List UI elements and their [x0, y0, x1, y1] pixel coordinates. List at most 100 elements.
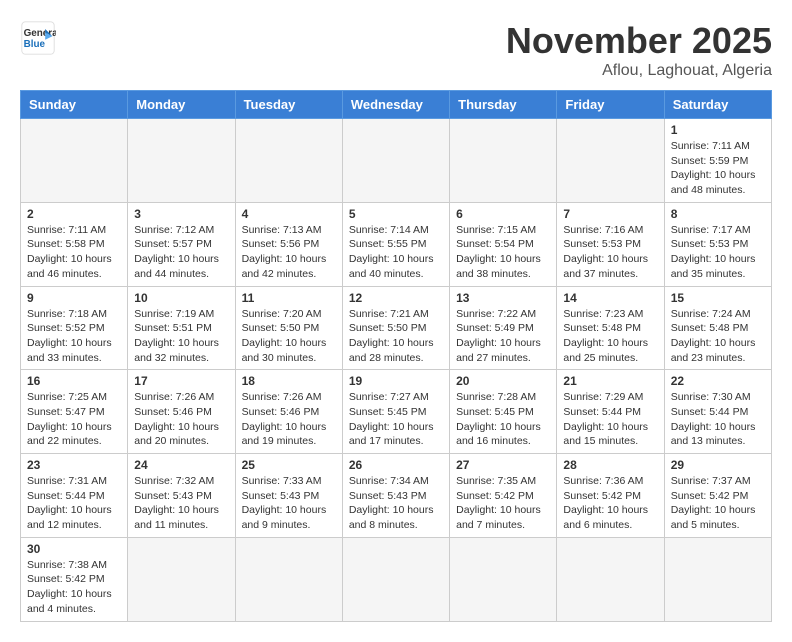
- calendar-cell: 19 Sunrise: 7:27 AMSunset: 5:45 PMDayligh…: [342, 370, 449, 454]
- calendar-cell: 15 Sunrise: 7:24 AMSunset: 5:48 PMDayligh…: [664, 286, 771, 370]
- day-info: Sunrise: 7:36 AMSunset: 5:42 PMDaylight:…: [563, 474, 657, 533]
- day-number: 30: [27, 542, 121, 556]
- calendar-cell: 11Sunrise: 7:20 AMSunset: 5:50 PMDayligh…: [235, 286, 342, 370]
- calendar-cell: [128, 537, 235, 621]
- calendar-cell: [235, 537, 342, 621]
- calendar-cell: [128, 119, 235, 203]
- day-info: Sunrise: 7:11 AMSunset: 5:58 PMDaylight:…: [27, 223, 121, 282]
- calendar-cell: 17 Sunrise: 7:26 AMSunset: 5:46 PMDayligh…: [128, 370, 235, 454]
- calendar-cell: 24 Sunrise: 7:32 AMSunset: 5:43 PMDayligh…: [128, 454, 235, 538]
- calendar-week-row: 16Sunrise: 7:25 AMSunset: 5:47 PMDayligh…: [21, 370, 772, 454]
- calendar-cell: [557, 537, 664, 621]
- day-info: Sunrise: 7:28 AMSunset: 5:45 PMDaylight:…: [456, 390, 550, 449]
- calendar-cell: 13 Sunrise: 7:22 AMSunset: 5:49 PMDayligh…: [450, 286, 557, 370]
- day-info: Sunrise: 7:11 AMSunset: 5:59 PMDaylight:…: [671, 139, 765, 198]
- calendar-cell: 12 Sunrise: 7:21 AMSunset: 5:50 PMDayligh…: [342, 286, 449, 370]
- day-info: Sunrise: 7:35 AMSunset: 5:42 PMDaylight:…: [456, 474, 550, 533]
- page-header: General Blue November 2025 Aflou, Laghou…: [20, 20, 772, 80]
- svg-text:Blue: Blue: [24, 39, 46, 50]
- day-info: Sunrise: 7:22 AMSunset: 5:49 PMDaylight:…: [456, 307, 550, 366]
- calendar-week-row: 1 Sunrise: 7:11 AMSunset: 5:59 PMDaylight…: [21, 119, 772, 203]
- day-number: 18: [242, 374, 336, 388]
- day-number: 21: [563, 374, 657, 388]
- calendar-week-row: 23Sunrise: 7:31 AMSunset: 5:44 PMDayligh…: [21, 454, 772, 538]
- day-number: 15: [671, 291, 765, 305]
- day-number: 26: [349, 458, 443, 472]
- day-number: 11: [242, 291, 336, 305]
- calendar-cell: [21, 119, 128, 203]
- calendar-header-row: SundayMondayTuesdayWednesdayThursdayFrid…: [21, 91, 772, 119]
- calendar-cell: 10Sunrise: 7:19 AMSunset: 5:51 PMDayligh…: [128, 286, 235, 370]
- calendar-cell: 25 Sunrise: 7:33 AMSunset: 5:43 PMDayligh…: [235, 454, 342, 538]
- day-info: Sunrise: 7:24 AMSunset: 5:48 PMDaylight:…: [671, 307, 765, 366]
- calendar-cell: 27 Sunrise: 7:35 AMSunset: 5:42 PMDayligh…: [450, 454, 557, 538]
- calendar-week-row: 9 Sunrise: 7:18 AMSunset: 5:52 PMDaylight…: [21, 286, 772, 370]
- logo: General Blue: [20, 20, 56, 56]
- day-info: Sunrise: 7:21 AMSunset: 5:50 PMDaylight:…: [349, 307, 443, 366]
- calendar-cell: 14Sunrise: 7:23 AMSunset: 5:48 PMDayligh…: [557, 286, 664, 370]
- calendar-table: SundayMondayTuesdayWednesdayThursdayFrid…: [20, 90, 772, 622]
- day-info: Sunrise: 7:25 AMSunset: 5:47 PMDaylight:…: [27, 390, 121, 449]
- calendar-cell: [235, 119, 342, 203]
- day-number: 27: [456, 458, 550, 472]
- day-info: Sunrise: 7:33 AMSunset: 5:43 PMDaylight:…: [242, 474, 336, 533]
- month-title: November 2025: [506, 20, 772, 62]
- calendar-cell: [450, 119, 557, 203]
- calendar-cell: 18 Sunrise: 7:26 AMSunset: 5:46 PMDayligh…: [235, 370, 342, 454]
- day-info: Sunrise: 7:17 AMSunset: 5:53 PMDaylight:…: [671, 223, 765, 282]
- day-number: 24: [134, 458, 228, 472]
- calendar-cell: 28 Sunrise: 7:36 AMSunset: 5:42 PMDayligh…: [557, 454, 664, 538]
- day-info: Sunrise: 7:26 AMSunset: 5:46 PMDaylight:…: [134, 390, 228, 449]
- day-number: 17: [134, 374, 228, 388]
- day-number: 29: [671, 458, 765, 472]
- day-info: Sunrise: 7:30 AMSunset: 5:44 PMDaylight:…: [671, 390, 765, 449]
- day-info: Sunrise: 7:18 AMSunset: 5:52 PMDaylight:…: [27, 307, 121, 366]
- calendar-cell: [450, 537, 557, 621]
- day-number: 20: [456, 374, 550, 388]
- location-subtitle: Aflou, Laghouat, Algeria: [506, 62, 772, 80]
- day-number: 19: [349, 374, 443, 388]
- calendar-cell: 22 Sunrise: 7:30 AMSunset: 5:44 PMDayligh…: [664, 370, 771, 454]
- day-info: Sunrise: 7:15 AMSunset: 5:54 PMDaylight:…: [456, 223, 550, 282]
- calendar-cell: 29 Sunrise: 7:37 AMSunset: 5:42 PMDayligh…: [664, 454, 771, 538]
- day-info: Sunrise: 7:27 AMSunset: 5:45 PMDaylight:…: [349, 390, 443, 449]
- day-info: Sunrise: 7:32 AMSunset: 5:43 PMDaylight:…: [134, 474, 228, 533]
- day-info: Sunrise: 7:19 AMSunset: 5:51 PMDaylight:…: [134, 307, 228, 366]
- calendar-cell: 23Sunrise: 7:31 AMSunset: 5:44 PMDayligh…: [21, 454, 128, 538]
- calendar-cell: 5Sunrise: 7:14 AMSunset: 5:55 PMDaylight…: [342, 202, 449, 286]
- calendar-cell: 8Sunrise: 7:17 AMSunset: 5:53 PMDaylight…: [664, 202, 771, 286]
- day-number: 12: [349, 291, 443, 305]
- weekday-header: Wednesday: [342, 91, 449, 119]
- calendar-cell: [557, 119, 664, 203]
- calendar-cell: 21 Sunrise: 7:29 AMSunset: 5:44 PMDayligh…: [557, 370, 664, 454]
- day-info: Sunrise: 7:26 AMSunset: 5:46 PMDaylight:…: [242, 390, 336, 449]
- calendar-week-row: 2 Sunrise: 7:11 AMSunset: 5:58 PMDaylight…: [21, 202, 772, 286]
- calendar-cell: [342, 119, 449, 203]
- day-info: Sunrise: 7:14 AMSunset: 5:55 PMDaylight:…: [349, 223, 443, 282]
- day-number: 22: [671, 374, 765, 388]
- calendar-cell: 26 Sunrise: 7:34 AMSunset: 5:43 PMDayligh…: [342, 454, 449, 538]
- day-number: 13: [456, 291, 550, 305]
- calendar-cell: 7Sunrise: 7:16 AMSunset: 5:53 PMDaylight…: [557, 202, 664, 286]
- day-info: Sunrise: 7:23 AMSunset: 5:48 PMDaylight:…: [563, 307, 657, 366]
- day-info: Sunrise: 7:29 AMSunset: 5:44 PMDaylight:…: [563, 390, 657, 449]
- weekday-header: Monday: [128, 91, 235, 119]
- calendar-cell: [342, 537, 449, 621]
- calendar-week-row: 30Sunrise: 7:38 AMSunset: 5:42 PMDayligh…: [21, 537, 772, 621]
- calendar-cell: 3Sunrise: 7:12 AMSunset: 5:57 PMDaylight…: [128, 202, 235, 286]
- day-info: Sunrise: 7:12 AMSunset: 5:57 PMDaylight:…: [134, 223, 228, 282]
- logo-icon: General Blue: [20, 20, 56, 56]
- day-number: 1: [671, 123, 765, 137]
- day-number: 6: [456, 207, 550, 221]
- weekday-header: Sunday: [21, 91, 128, 119]
- day-number: 2: [27, 207, 121, 221]
- calendar-cell: 30Sunrise: 7:38 AMSunset: 5:42 PMDayligh…: [21, 537, 128, 621]
- day-info: Sunrise: 7:37 AMSunset: 5:42 PMDaylight:…: [671, 474, 765, 533]
- calendar-cell: 2 Sunrise: 7:11 AMSunset: 5:58 PMDaylight…: [21, 202, 128, 286]
- day-number: 28: [563, 458, 657, 472]
- day-number: 25: [242, 458, 336, 472]
- day-number: 4: [242, 207, 336, 221]
- title-block: November 2025 Aflou, Laghouat, Algeria: [506, 20, 772, 80]
- day-info: Sunrise: 7:34 AMSunset: 5:43 PMDaylight:…: [349, 474, 443, 533]
- day-number: 9: [27, 291, 121, 305]
